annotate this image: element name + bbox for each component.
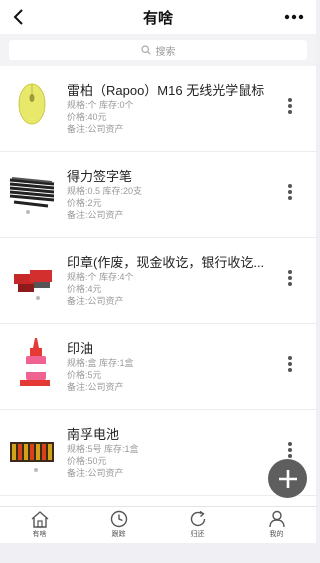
item-note: 备注:公司资产 xyxy=(67,382,124,392)
stamp-image-icon xyxy=(14,270,52,300)
item-price: 价格:4元 xyxy=(67,284,102,294)
item-spec: 规格:个 库存:0个 xyxy=(67,100,134,110)
chevron-left-icon xyxy=(13,9,23,25)
user-icon xyxy=(268,510,285,528)
battery-pack-image-icon xyxy=(10,442,54,472)
pens-image-icon xyxy=(9,177,55,214)
item-more-button[interactable] xyxy=(286,268,294,290)
tab-label: 有啥 xyxy=(32,531,47,538)
search-placeholder: 搜索 xyxy=(155,46,176,58)
item-thumbnail xyxy=(8,420,58,475)
more-horizontal-icon xyxy=(284,14,304,20)
item-name: 印油 xyxy=(67,341,94,356)
item-price: 价格:5元 xyxy=(67,370,102,380)
list-item[interactable]: 雷柏（Rapoo）M16 无线光学鼠标 规格:个 库存:0个 价格:40元 备注… xyxy=(0,66,316,152)
item-more-button[interactable] xyxy=(286,354,294,376)
search-bar: 搜索 xyxy=(0,34,316,66)
item-more-button[interactable] xyxy=(286,96,294,118)
search-icon xyxy=(140,45,151,55)
item-spec: 规格:盒 库存:1盒 xyxy=(67,358,134,368)
home-icon xyxy=(31,511,48,528)
item-thumbnail xyxy=(8,76,58,131)
refresh-icon xyxy=(190,510,205,527)
item-name: 印章(作废，现金收讫，银行收讫... xyxy=(67,255,265,270)
item-note: 备注:公司资产 xyxy=(67,210,124,220)
list-item[interactable]: 得力签字笔 规格:0.5 库存:20支 价格:2元 备注:公司资产 xyxy=(0,152,316,238)
item-more-button[interactable] xyxy=(286,182,294,204)
item-name: 雷柏（Rapoo）M16 无线光学鼠标 xyxy=(67,83,265,98)
tab-track[interactable]: 跟踪 xyxy=(79,507,158,544)
add-item-button[interactable] xyxy=(268,459,307,498)
item-thumbnail xyxy=(8,162,58,217)
item-thumbnail xyxy=(8,334,58,389)
tab-label: 我的 xyxy=(269,531,284,538)
ink-bottle-image-icon xyxy=(20,338,50,386)
item-name: 南孚电池 xyxy=(67,427,120,442)
page-title: 有啥 xyxy=(142,9,173,27)
item-list: 雷柏（Rapoo）M16 无线光学鼠标 规格:个 库存:0个 价格:40元 备注… xyxy=(0,66,316,506)
item-spec: 规格:0.5 库存:20支 xyxy=(67,186,143,196)
item-note: 备注:公司资产 xyxy=(67,296,124,306)
mouse-image-icon xyxy=(18,83,46,125)
tab-bar: 有啥 跟踪 归还 我的 xyxy=(0,506,316,544)
tab-home[interactable]: 有啥 xyxy=(0,507,79,544)
clock-icon xyxy=(110,510,127,528)
item-note: 备注:公司资产 xyxy=(67,124,124,134)
item-spec: 规格:个 库存:4个 xyxy=(67,272,134,282)
item-price: 价格:40元 xyxy=(67,112,107,122)
item-spec: 规格:5号 库存:1盒 xyxy=(67,444,139,454)
tab-label: 跟踪 xyxy=(111,531,126,538)
item-name: 得力签字笔 xyxy=(67,169,133,184)
tab-label: 归还 xyxy=(190,531,205,538)
tab-return[interactable]: 归还 xyxy=(158,507,237,544)
item-price: 价格:50元 xyxy=(67,456,107,466)
bottom-safe-area xyxy=(0,543,316,563)
item-price: 价格:2元 xyxy=(67,198,102,208)
nav-header: 有啥 xyxy=(0,0,316,34)
search-input[interactable]: 搜索 xyxy=(9,40,307,60)
tab-mine[interactable]: 我的 xyxy=(237,507,316,544)
plus-icon xyxy=(278,469,297,488)
more-button[interactable] xyxy=(282,7,306,27)
back-button[interactable] xyxy=(8,5,30,29)
list-item[interactable]: 印油 规格:盒 库存:1盒 价格:5元 备注:公司资产 xyxy=(0,324,316,410)
list-item[interactable]: 印章(作废，现金收讫，银行收讫... 规格:个 库存:4个 价格:4元 备注:公… xyxy=(0,238,316,324)
item-note: 备注:公司资产 xyxy=(67,468,124,478)
item-thumbnail xyxy=(8,248,58,303)
